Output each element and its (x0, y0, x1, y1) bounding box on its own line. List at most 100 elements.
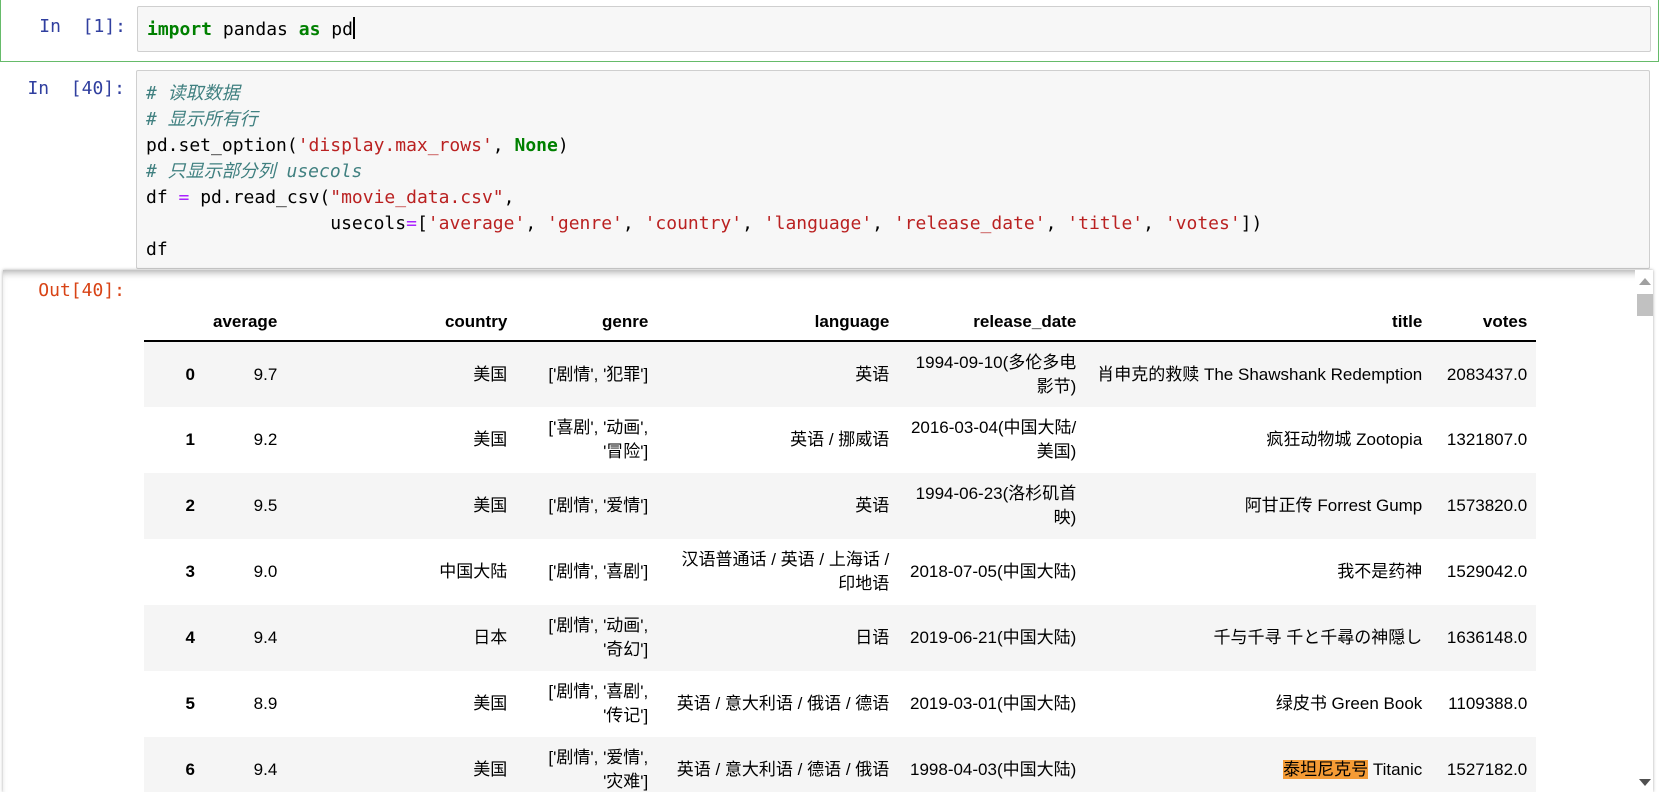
code-line: import pandas as pd (147, 17, 1641, 43)
table-cell: ['剧情', '爱情'] (548, 496, 649, 515)
code-token: 'release_date' (893, 213, 1046, 234)
table-cell: 日语 (855, 628, 890, 647)
code-token: , (525, 213, 548, 234)
code-line: usecols=['average', 'genre', 'country', … (146, 211, 1640, 237)
column-header: release_date (898, 270, 1086, 342)
table-cell: 疯狂动物城 Zootopia (1266, 430, 1423, 449)
row-index: 0 (185, 364, 195, 384)
code-cell-1[interactable]: In [1]: import pandas as pd (0, 0, 1659, 62)
table-cell: 英语 (855, 496, 890, 515)
table-cell: 美国 (473, 364, 508, 384)
dataframe-table: average country genre language release_date t… (144, 270, 1537, 792)
code-token: [ (416, 213, 428, 234)
table-cell: 汉语普通话 / 英语 / 上海话 / 印地语 (681, 550, 890, 593)
column-header: language (657, 270, 899, 342)
code-token: # 读取数据 (146, 83, 240, 104)
code-line: df = pd.read_csv("movie_data.csv", (146, 185, 1640, 211)
table-cell: 美国 (473, 496, 508, 515)
row-index: 5 (185, 694, 195, 713)
table-cell: 1321807.0 (1446, 430, 1528, 449)
table-cell: 泰坦尼克号 Titanic (1283, 760, 1423, 779)
table-cell: 绿皮书 Green Book (1275, 694, 1423, 713)
code-token: pd.set_option( (146, 135, 298, 156)
scroll-thumb[interactable] (1637, 294, 1653, 316)
text-cursor (352, 17, 355, 39)
table-cell: 1109388.0 (1448, 694, 1528, 713)
column-header (144, 270, 204, 342)
code-token: , (872, 213, 894, 234)
table-cell: ['剧情', '犯罪'] (548, 364, 649, 384)
code-token: 'genre' (547, 213, 623, 234)
code-token: None (514, 135, 558, 156)
table-cell: 8.9 (253, 694, 278, 713)
column-header: votes (1431, 270, 1537, 342)
table-cell: 1636148.0 (1446, 628, 1528, 647)
table-cell: 2018-07-05(中国大陆) (910, 562, 1077, 581)
row-index: 2 (185, 496, 195, 515)
code-token: ) (557, 135, 569, 156)
table-cell: 9.7 (253, 364, 278, 384)
table-cell: 2016-03-04(中国大陆/美国) (910, 418, 1077, 461)
input-prompt: In [40]: (27, 78, 125, 99)
code-token: import (147, 19, 213, 40)
output-scrollbar[interactable] (1635, 270, 1653, 792)
table-cell: 1529042.0 (1446, 562, 1528, 581)
code-line: # 只显示部分列 usecols (146, 159, 1640, 185)
code-line: # 读取数据 (146, 81, 1640, 107)
row-index: 6 (185, 760, 195, 779)
code-token: 'average' (427, 213, 526, 234)
table-header-row: average country genre language release_date t… (144, 270, 1537, 342)
code-editor[interactable]: import pandas as pd (137, 6, 1651, 52)
code-token: pandas (212, 19, 299, 40)
code-token: 'votes' (1164, 213, 1241, 234)
table-cell: ['剧情', '喜剧', '传记'] (548, 682, 649, 725)
table-cell: ['剧情', '爱情', '灾难'] (548, 748, 649, 791)
output-area[interactable]: Out[40]: average country genre language rele… (3, 270, 1653, 792)
table-cell: ['剧情', '动画', '奇幻'] (548, 616, 649, 659)
code-token: df (146, 187, 179, 208)
table-cell: 英语 / 挪威语 (790, 430, 890, 449)
column-header: title (1085, 270, 1432, 342)
input-prompt: In [1]: (39, 16, 126, 37)
table-cell: 日本 (473, 628, 508, 647)
column-header: country (286, 270, 517, 342)
row-index: 1 (185, 430, 195, 449)
table-cell: 1998-04-03(中国大陆) (910, 760, 1077, 779)
table-cell: 千与千寻 千と千尋の神隠し (1213, 628, 1423, 647)
table-cell: 9.2 (253, 430, 278, 449)
code-editor[interactable]: # 读取数据 # 显示所有行 pd.set_option('display.ma… (136, 70, 1650, 269)
code-token: = (406, 213, 417, 234)
table-cell: 9.4 (253, 628, 278, 647)
search-highlight: 泰坦尼克号 (1283, 760, 1369, 779)
code-token: pd (320, 19, 353, 40)
table-cell: 英语 / 意大利语 / 德语 / 俄语 (676, 760, 890, 779)
code-token: = (178, 187, 190, 208)
code-token: pd.read_csv( (189, 187, 331, 208)
output-prompt: Out[40]: (38, 280, 125, 301)
scroll-up-arrow-icon[interactable] (1639, 278, 1651, 285)
table-row: 0 9.7 美国 ['剧情', '犯罪'] 英语 1994-09-10(多伦多电影节) 肖申… (144, 341, 1537, 407)
table-cell: 1994-09-10(多伦多电影节) (915, 352, 1077, 396)
code-token: 'title' (1067, 213, 1144, 234)
table-cell: 英语 / 意大利语 / 俄语 / 德语 (676, 694, 890, 713)
code-token: # 只显示部分列 usecols (146, 161, 363, 182)
table-cell: 我不是药神 (1337, 562, 1423, 581)
code-cell-40[interactable]: In [40]: # 读取数据 # 显示所有行 pd.set_option('d… (0, 62, 1659, 270)
table-row: 5 8.9 美国 ['剧情', '喜剧', '传记'] 英语 / 意大利语 / 俄语 /… (144, 671, 1536, 737)
scroll-down-arrow-icon[interactable] (1639, 779, 1651, 786)
code-token: , (1045, 213, 1068, 234)
table-row: 3 9.0 中国大陆 ['剧情', '喜剧'] 汉语普通话 / 英语 / 上海话 / 印… (144, 539, 1536, 605)
table-cell: 肖申克的救赎 The Shawshank Redemption (1097, 364, 1423, 384)
table-cell: 美国 (473, 430, 508, 449)
table-cell: 9.5 (253, 496, 278, 515)
code-token: 'display.max_rows' (297, 135, 493, 156)
code-token: 'language' (763, 213, 873, 234)
code-token: 'country' (644, 213, 743, 234)
code-token: , (492, 135, 515, 156)
table-cell: ['剧情', '喜剧'] (548, 562, 649, 581)
row-index: 3 (185, 562, 195, 581)
code-token: , (503, 187, 515, 208)
table-cell: 2019-06-21(中国大陆) (910, 628, 1077, 647)
code-token: df (146, 239, 168, 260)
table-cell: 1573820.0 (1446, 496, 1528, 515)
